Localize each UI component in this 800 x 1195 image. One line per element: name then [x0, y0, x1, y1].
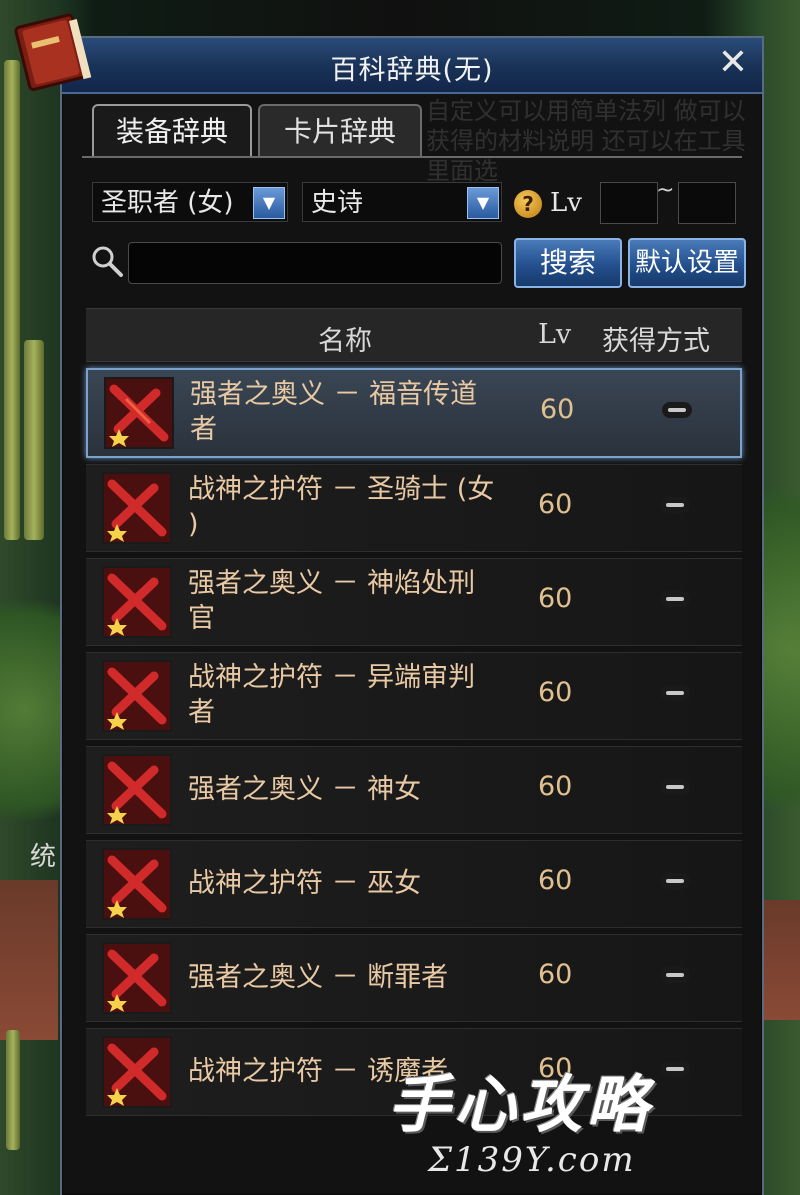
item-level: 60 — [538, 771, 573, 802]
chevron-down-icon[interactable]: ▼ — [467, 187, 499, 219]
level-min-input[interactable] — [600, 182, 658, 224]
item-name: 战神之护符 － 巫女 — [188, 867, 422, 899]
level-max-input[interactable] — [678, 182, 736, 224]
source-dash-icon — [660, 779, 690, 795]
table-header: 名称 Lv 获得方式 — [86, 308, 742, 362]
side-text: 统 — [30, 842, 57, 872]
rarity-select-value: 史诗 — [311, 188, 364, 218]
source-dash-icon — [660, 967, 690, 983]
search-icon — [92, 246, 123, 277]
source-dash-icon — [662, 402, 692, 418]
bamboo-decoration — [4, 60, 20, 540]
talisman-item-icon — [102, 754, 172, 826]
item-list: 强者之奥义 － 福音传道者 60 战神之护符 － 圣骑士 (女) 60 强者之奥… — [86, 368, 742, 1122]
talisman-item-icon — [102, 660, 172, 732]
table-row[interactable]: 强者之奥义 － 福音传道者 60 — [86, 368, 742, 458]
bamboo-decoration — [6, 1030, 20, 1150]
encyclopedia-book-icon — [14, 13, 92, 91]
title-bar[interactable]: 百科辞典(无) ✕ — [62, 38, 762, 94]
search-input[interactable] — [128, 242, 502, 284]
talisman-item-icon — [104, 377, 174, 449]
search-button[interactable]: 搜索 — [514, 238, 622, 288]
watermark-url: Σ139Y.com — [428, 1140, 636, 1180]
column-header-name[interactable]: 名称 — [318, 319, 372, 358]
help-icon[interactable]: ? — [514, 190, 542, 218]
item-name: 强者之奥义 － 断罪者 — [188, 961, 449, 993]
rarity-select[interactable]: 史诗 ▼ — [302, 182, 502, 222]
item-level: 60 — [538, 489, 573, 520]
site-watermark: 手心攻略 Σ139Y.com — [388, 1046, 798, 1193]
table-row[interactable]: 战神之护符 － 圣骑士 (女) 60 — [86, 464, 742, 552]
table-row[interactable]: 强者之奥义 － 断罪者 60 — [86, 934, 742, 1022]
close-button[interactable]: ✕ — [714, 45, 752, 83]
talisman-item-icon — [102, 1036, 172, 1108]
column-header-source[interactable]: 获得方式 — [602, 319, 710, 358]
ground-decoration — [0, 880, 58, 1040]
column-header-lv[interactable]: Lv — [538, 319, 571, 350]
item-level: 60 — [538, 583, 573, 614]
talisman-item-icon — [102, 472, 172, 544]
source-dash-icon — [660, 873, 690, 889]
chevron-down-icon[interactable]: ▼ — [253, 187, 285, 219]
source-dash-icon — [660, 685, 690, 701]
item-name: 强者之奥义 － 福音传道者 — [190, 379, 478, 445]
item-level: 60 — [538, 959, 573, 990]
talisman-item-icon — [102, 848, 172, 920]
class-select[interactable]: 圣职者 (女) ▼ — [92, 182, 288, 222]
tab-card-dictionary[interactable]: 卡片辞典 — [258, 104, 422, 158]
class-select-value: 圣职者 (女) — [101, 188, 234, 218]
item-name: 强者之奥义 － 神焰处刑官 — [188, 568, 476, 634]
table-row[interactable]: 强者之奥义 － 神焰处刑官 60 — [86, 558, 742, 646]
table-row[interactable]: 强者之奥义 － 神女 60 — [86, 746, 742, 834]
item-name: 战神之护符 － 圣骑士 (女) — [188, 474, 495, 540]
ground-decoration — [760, 900, 800, 1020]
item-level: 60 — [538, 677, 573, 708]
window-title: 百科辞典(无) — [330, 55, 494, 86]
table-row[interactable]: 战神之护符 － 异端审判者 60 — [86, 652, 742, 740]
item-level: 60 — [540, 394, 575, 425]
table-row[interactable]: 战神之护符 － 巫女 60 — [86, 840, 742, 928]
talisman-item-icon — [102, 942, 172, 1014]
level-range-separator: ~ — [656, 178, 675, 203]
background-watermark-text: 自定义可以用简单法列 做可以获得的材料说明 还可以在工具里面选 — [426, 97, 746, 185]
item-name: 强者之奥义 － 神女 — [188, 773, 422, 805]
tab-divider — [82, 156, 742, 158]
encyclopedia-window: 百科辞典(无) ✕ 自定义可以用简单法列 做可以获得的材料说明 还可以在工具里面… — [14, 13, 764, 1195]
item-level: 60 — [538, 865, 573, 896]
level-label: Lv — [550, 188, 582, 218]
talisman-item-icon — [102, 566, 172, 638]
default-settings-button[interactable]: 默认设置 — [628, 238, 746, 288]
tab-equipment-dictionary[interactable]: 装备辞典 — [92, 104, 252, 158]
source-dash-icon — [660, 591, 690, 607]
item-name: 战神之护符 － 异端审判者 — [188, 662, 476, 728]
watermark-logo-text: 手心攻略 — [388, 1068, 653, 1141]
source-dash-icon — [660, 497, 690, 513]
bamboo-decoration — [24, 340, 44, 540]
